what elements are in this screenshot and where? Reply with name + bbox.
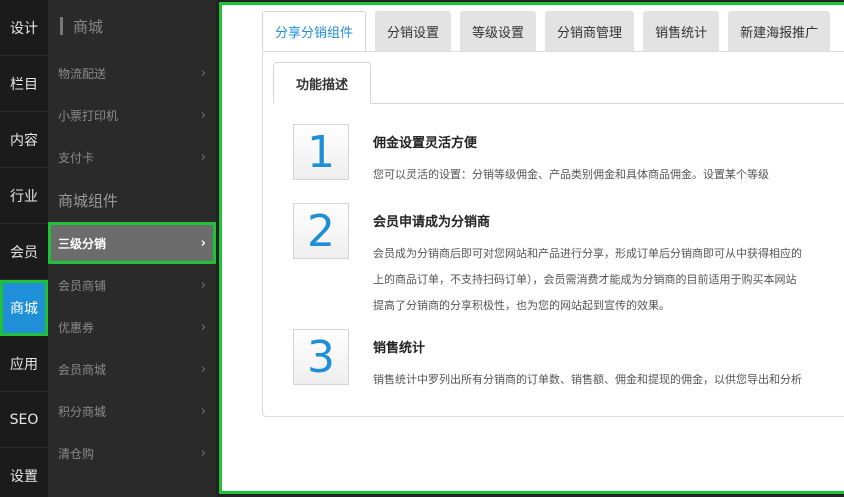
- feature-title: 佣金设置灵活方便: [373, 136, 478, 151]
- nav-apps[interactable]: 应用: [0, 336, 48, 392]
- subtab-bar: 功能描述: [273, 62, 844, 104]
- nav-design[interactable]: 设计: [0, 0, 48, 56]
- nav-settings[interactable]: 设置: [0, 448, 48, 497]
- chevron-right-icon: ›: [200, 445, 206, 461]
- primary-nav: 设计 栏目 内容 行业 会员 商城 应用 SEO 设置: [0, 0, 48, 497]
- tab-sales-statistics[interactable]: 销售统计: [643, 11, 720, 51]
- chevron-right-icon: ›: [200, 277, 206, 293]
- feature-description: 您可以灵活的设置：分销等级佣金、产品类别佣金和具体商品佣金。设置某个等级: [373, 168, 769, 181]
- chevron-right-icon: ›: [200, 149, 206, 165]
- sidebar-item-distribution[interactable]: 三级分销 ›: [48, 222, 216, 264]
- sidebar-item-coupons[interactable]: 优惠券 ›: [48, 306, 216, 348]
- nav-content[interactable]: 内容: [0, 112, 48, 168]
- chevron-right-icon: ›: [200, 361, 206, 377]
- tab-share-distribution[interactable]: 分享分销组件: [262, 11, 367, 51]
- secondary-nav-title: 商城: [48, 0, 216, 52]
- sidebar-item-clearance[interactable]: 清仓购 ›: [48, 432, 216, 474]
- nav-member[interactable]: 会员: [0, 224, 48, 280]
- sidebar-item-receipt-printer[interactable]: 小票打印机 ›: [48, 94, 216, 136]
- feature-description: 销售统计中罗列出所有分销商的订单数、销售额、佣金和提现的佣金，以供您导出和分析: [373, 373, 802, 386]
- nav-seo[interactable]: SEO: [0, 392, 48, 448]
- secondary-nav: 商城 物流配送 › 小票打印机 › 支付卡 › 商城组件 三级分销 › 会员商铺…: [48, 0, 216, 497]
- chevron-right-icon: ›: [200, 107, 206, 123]
- sidebar-group-label: 商城组件: [58, 191, 119, 210]
- tab-new-poster[interactable]: 新建海报推广: [728, 11, 831, 51]
- chevron-right-icon: ›: [200, 235, 206, 251]
- sidebar-item-member-mall[interactable]: 会员商城 ›: [48, 348, 216, 390]
- sidebar-item-payment-card[interactable]: 支付卡 ›: [48, 136, 216, 178]
- sidebar-item-logistics[interactable]: 物流配送 ›: [48, 52, 216, 94]
- tab-distribution-settings[interactable]: 分销设置: [375, 11, 452, 51]
- feature-title: 销售统计: [373, 341, 426, 356]
- chevron-right-icon: ›: [200, 403, 206, 419]
- sidebar-item-points-mall[interactable]: 积分商城 ›: [48, 390, 216, 432]
- tab-bar: 分享分销组件 分销设置 等级设置 分销商管理 销售统计 新建海报推广: [262, 11, 839, 51]
- title-divider: [60, 17, 63, 35]
- number-badge: 3: [293, 329, 349, 385]
- number-badge: 2: [293, 203, 349, 259]
- tab-distributor-management[interactable]: 分销商管理: [545, 11, 635, 51]
- subtab-feature-description[interactable]: 功能描述: [273, 62, 371, 104]
- feature-description: 会员成为分销商后即可对您网站和产品进行分享，形成订单后分销商即可从中获得相应的 …: [373, 247, 802, 312]
- tab-panel: 功能描述 1 佣金设置灵活方便 您可以灵活的设置：分销等级佣金、产品类别佣金和具…: [262, 51, 844, 417]
- main-content: 分享分销组件 分销设置 等级设置 分销商管理 销售统计 新建海报推广 功能描述 …: [219, 2, 844, 494]
- tab-level-settings[interactable]: 等级设置: [460, 11, 537, 51]
- nav-columns[interactable]: 栏目: [0, 56, 48, 112]
- nav-mall[interactable]: 商城: [0, 280, 48, 336]
- feature-title: 会员申请成为分销商: [373, 215, 491, 230]
- chevron-right-icon: ›: [200, 65, 206, 81]
- number-badge: 1: [293, 124, 349, 180]
- nav-industry[interactable]: 行业: [0, 168, 48, 224]
- sidebar-item-member-shop[interactable]: 会员商铺 ›: [48, 264, 216, 306]
- chevron-right-icon: ›: [200, 319, 206, 335]
